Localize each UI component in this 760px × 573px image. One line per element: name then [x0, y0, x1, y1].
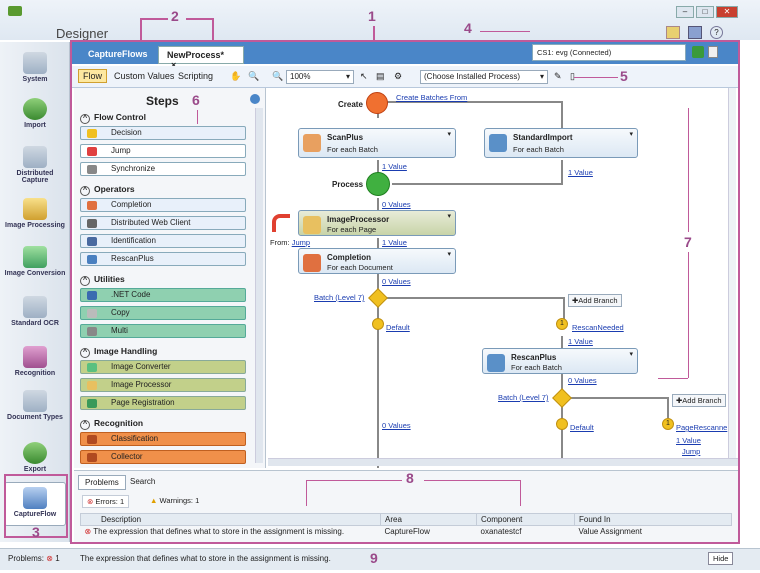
- callout-line: [658, 378, 688, 379]
- status-message: The expression that defines what to stor…: [80, 554, 331, 563]
- nav-recognition[interactable]: Recognition: [4, 346, 66, 377]
- callout-line: [197, 110, 198, 124]
- hide-button[interactable]: Hide: [708, 552, 734, 565]
- callout-4: 4: [464, 20, 472, 36]
- callout-line: [520, 480, 521, 506]
- callout-line: [688, 108, 689, 232]
- window-controls: – □ ✕: [676, 6, 738, 18]
- help-icon[interactable]: ?: [710, 26, 723, 39]
- export-icon: [23, 442, 47, 464]
- callout-7: 7: [684, 234, 692, 250]
- annotation-frame: [70, 40, 740, 544]
- callout-line: [186, 18, 214, 20]
- nav-system[interactable]: System: [4, 52, 66, 83]
- maximize-button[interactable]: □: [696, 6, 714, 18]
- callout-3: 3: [32, 524, 40, 540]
- nav-document-types[interactable]: Document Types: [4, 390, 66, 421]
- callout-line: [306, 480, 402, 481]
- nav-import[interactable]: Import: [4, 98, 66, 129]
- callout-line: [574, 77, 618, 78]
- nav-standard-ocr[interactable]: Standard OCR: [4, 296, 66, 327]
- callout-8: 8: [406, 470, 414, 486]
- callout-line: [140, 18, 142, 40]
- callout-1: 1: [368, 8, 376, 24]
- callout-line: [373, 26, 375, 40]
- callout-line: [480, 31, 530, 32]
- callout-2: 2: [171, 8, 179, 24]
- recognition-icon: [23, 346, 47, 368]
- app-logo-icon: [8, 6, 22, 16]
- callout-line: [688, 252, 689, 378]
- document-types-icon: [23, 390, 47, 412]
- close-button[interactable]: ✕: [716, 6, 738, 18]
- left-navigation: System Import Distributed Capture Image …: [0, 42, 70, 542]
- app-title: Designer: [56, 26, 109, 41]
- nav-export[interactable]: Export: [4, 442, 66, 473]
- distributed-capture-icon: [23, 146, 47, 168]
- image-processing-icon: [23, 198, 47, 220]
- nav-image-conversion[interactable]: Image Conversion: [4, 246, 66, 277]
- title-bar: [0, 0, 760, 40]
- callout-line: [424, 480, 520, 481]
- status-problems[interactable]: Problems: ⊗ 1: [8, 554, 60, 563]
- callout-line: [212, 18, 214, 40]
- ocr-icon: [23, 296, 47, 318]
- callout-6: 6: [192, 92, 200, 108]
- callout-5: 5: [620, 68, 628, 84]
- callout-9: 9: [370, 550, 378, 566]
- image-conversion-icon: [23, 246, 47, 268]
- edit-icon[interactable]: [666, 26, 680, 39]
- import-icon: [23, 98, 47, 120]
- system-icon: [23, 52, 47, 74]
- minimize-button[interactable]: –: [676, 6, 694, 18]
- status-bar: Problems: ⊗ 1 The expression that define…: [0, 548, 760, 570]
- callout-line: [140, 18, 168, 20]
- save-icon[interactable]: [688, 26, 702, 39]
- callout-line: [306, 480, 307, 506]
- error-icon: ⊗: [46, 554, 53, 563]
- nav-distributed-capture[interactable]: Distributed Capture: [4, 146, 66, 184]
- nav-image-processing[interactable]: Image Processing: [4, 198, 66, 229]
